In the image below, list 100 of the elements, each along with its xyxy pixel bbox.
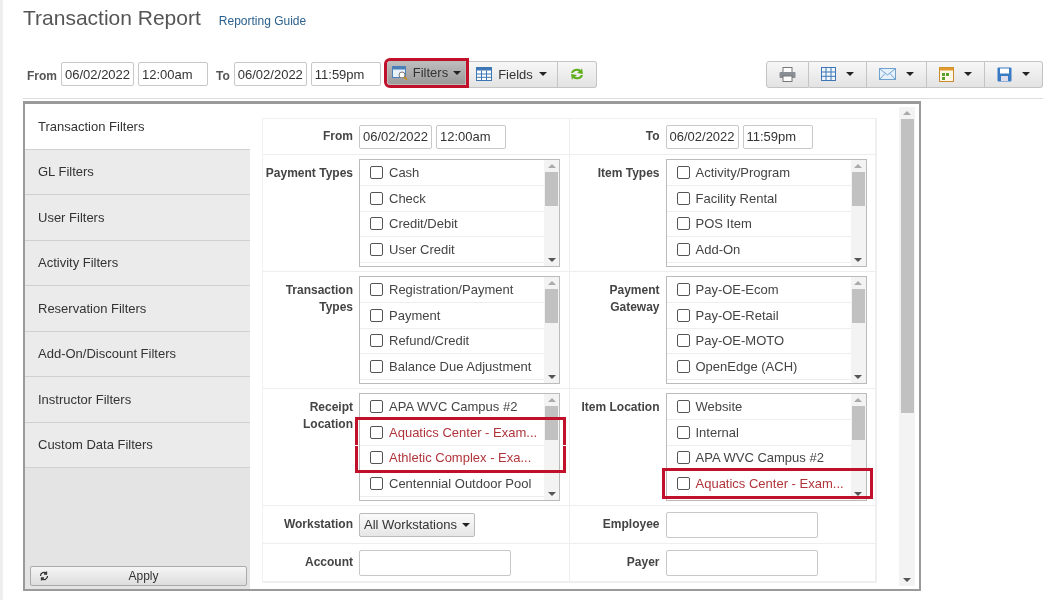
checkbox[interactable]: [370, 308, 383, 322]
list-option[interactable]: Cash: [360, 160, 544, 186]
checkbox[interactable]: [676, 360, 690, 374]
checkbox[interactable]: [676, 451, 690, 465]
checkbox[interactable]: [370, 282, 383, 296]
export-grid-button[interactable]: [809, 60, 867, 88]
from-time-field[interactable]: 12:00am: [138, 62, 208, 86]
print-button[interactable]: [766, 60, 809, 88]
scrollbar[interactable]: [544, 394, 559, 500]
checkbox[interactable]: [370, 399, 383, 413]
filter-tab[interactable]: Reservation Filters: [25, 286, 250, 332]
checkbox[interactable]: [370, 217, 383, 231]
list-option[interactable]: OpenEdge (ACH): [666, 354, 851, 381]
checkbox-list[interactable]: Pay-OE-Ecom Pay-OE-Retail Pay-OE-MOTO OpenEdge (ACH): [665, 276, 867, 384]
filter-tab[interactable]: Add-On/Discount Filters: [25, 331, 250, 377]
caret-icon: [906, 72, 914, 76]
time-field[interactable]: 12:00am: [436, 124, 506, 149]
list-option[interactable]: Payment: [360, 302, 544, 329]
workstation-dropdown[interactable]: All Workstations: [359, 512, 475, 537]
checkbox[interactable]: [676, 477, 690, 491]
date-field[interactable]: 06/02/2022: [359, 124, 432, 149]
filter-tab[interactable]: Custom Data Filters: [25, 422, 250, 468]
caret-icon: [964, 72, 972, 76]
text-field[interactable]: [665, 511, 818, 538]
apply-button[interactable]: Apply: [30, 566, 247, 586]
checkbox-list[interactable]: Cash Check Credit/Debit User Credit: [359, 159, 560, 267]
filters-button[interactable]: Filters: [386, 60, 467, 85]
date-field[interactable]: 06/02/2022: [665, 124, 739, 149]
scrollbar[interactable]: [899, 107, 915, 586]
filter-tab[interactable]: Instructor Filters: [25, 377, 250, 423]
list-option[interactable]: POS Item: [666, 211, 851, 238]
checkbox[interactable]: [676, 399, 690, 413]
list-option[interactable]: Refund/Credit: [360, 328, 544, 355]
list-option[interactable]: User Credit: [360, 237, 544, 264]
checkbox[interactable]: [370, 477, 383, 491]
checkbox[interactable]: [676, 282, 690, 296]
option-label: Website: [695, 398, 743, 414]
checkbox[interactable]: [370, 243, 383, 257]
field-label: Payment Gateway: [608, 282, 661, 316]
option-label: Registration/Payment: [389, 281, 514, 297]
to-time-field[interactable]: 11:59pm: [310, 62, 381, 86]
checkbox[interactable]: [676, 334, 690, 348]
scrollbar[interactable]: [850, 394, 866, 500]
filter-window-icon: [391, 65, 408, 80]
caret-icon: [461, 522, 470, 527]
scrollbar[interactable]: [544, 277, 559, 383]
checkbox[interactable]: [370, 165, 383, 179]
checkbox[interactable]: [676, 308, 690, 322]
filter-tab[interactable]: User Filters: [25, 195, 250, 241]
option-label: Pay-OE-Retail: [695, 307, 779, 323]
checkbox[interactable]: [676, 217, 690, 231]
list-option[interactable]: Internal: [666, 419, 851, 446]
list-option[interactable]: Pay-OE-Ecom: [666, 277, 851, 303]
save-button[interactable]: [985, 60, 1043, 88]
list-option[interactable]: Check: [360, 185, 544, 212]
checkbox[interactable]: [676, 243, 690, 257]
list-option[interactable]: APA WVC Campus #2: [666, 445, 851, 472]
filter-tab[interactable]: GL Filters: [25, 149, 250, 195]
checkbox[interactable]: [370, 334, 383, 348]
from-date-field[interactable]: 06/02/2022: [61, 62, 134, 86]
scrollbar[interactable]: [544, 160, 559, 266]
filter-tab[interactable]: Activity Filters: [25, 240, 250, 286]
list-option[interactable]: Credit/Debit: [360, 211, 544, 238]
option-label: User Credit: [389, 242, 455, 258]
list-option[interactable]: Facility Rental: [666, 185, 851, 212]
fields-button[interactable]: Fields: [466, 60, 558, 88]
email-button[interactable]: [867, 60, 927, 88]
refresh-button[interactable]: [557, 60, 597, 88]
list-option[interactable]: Centennial Outdoor Pool: [360, 471, 544, 498]
checkbox[interactable]: [676, 425, 690, 439]
reporting-guide-link[interactable]: Reporting Guide: [218, 14, 307, 28]
list-option[interactable]: Balance Due Adjustment: [360, 354, 544, 381]
time-field[interactable]: 11:59pm: [742, 124, 813, 149]
to-date-field[interactable]: 06/02/2022: [233, 62, 307, 86]
scrollbar[interactable]: [850, 277, 866, 383]
schedule-button[interactable]: [927, 60, 985, 88]
list-option[interactable]: Pay-OE-MOTO: [666, 328, 851, 355]
option-label: Add-On: [695, 242, 741, 258]
checkbox-list[interactable]: Activity/Program Facility Rental POS Item Add-On: [665, 159, 867, 267]
checkbox[interactable]: [370, 451, 383, 465]
checkbox[interactable]: [370, 191, 383, 205]
field-label: Account: [304, 554, 354, 571]
list-option[interactable]: Website: [666, 394, 851, 420]
checkbox-list[interactable]: Registration/Payment Payment Refund/Credit Balance Due Adjustment: [359, 276, 560, 384]
caret-icon: [538, 72, 547, 76]
text-field[interactable]: [359, 549, 511, 576]
option-label: Aquatics Center - Exam...: [695, 476, 844, 492]
list-option[interactable]: Add-On: [666, 237, 851, 264]
list-option[interactable]: Registration/Payment: [360, 277, 544, 303]
text-field[interactable]: [665, 549, 818, 576]
checkbox[interactable]: [370, 360, 383, 374]
to-label: To: [216, 68, 230, 83]
field-label: To: [644, 128, 661, 145]
checkbox[interactable]: [370, 425, 383, 439]
scrollbar[interactable]: [850, 160, 866, 266]
filter-tab[interactable]: Transaction Filters: [25, 104, 250, 150]
list-option[interactable]: Activity/Program: [666, 160, 851, 186]
checkbox[interactable]: [676, 165, 690, 179]
checkbox[interactable]: [676, 191, 690, 205]
list-option[interactable]: Pay-OE-Retail: [666, 302, 851, 329]
